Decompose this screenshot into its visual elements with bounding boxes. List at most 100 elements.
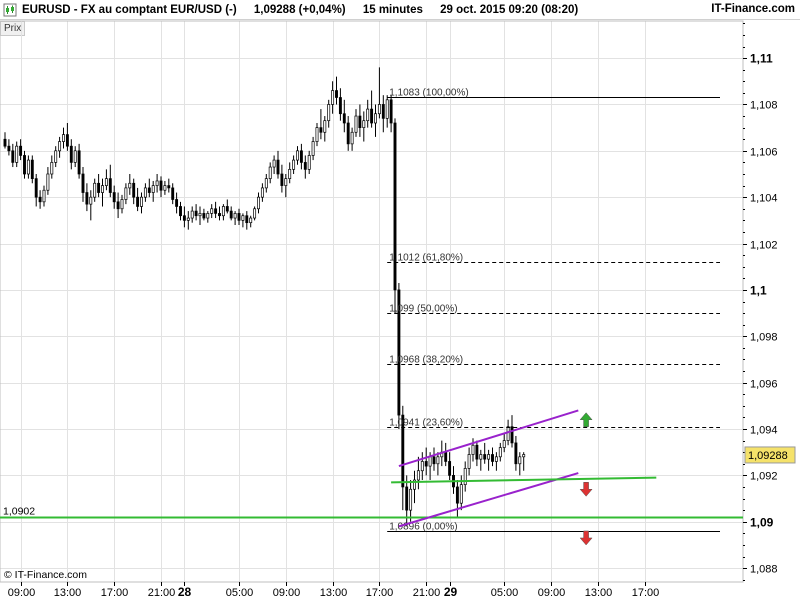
candle-up: [374, 113, 377, 124]
candle-up: [307, 155, 311, 170]
candle-up: [494, 456, 498, 462]
support-line-label: 1,0902: [3, 506, 35, 518]
x-tick-label: 13:00: [54, 587, 82, 599]
candle-up: [73, 150, 77, 163]
candle-up: [26, 159, 30, 175]
candle-up: [241, 215, 245, 221]
candle-up: [46, 173, 50, 191]
buy-arrow-icon: [579, 412, 593, 427]
fib-level-label: 1,1083 (100,00%): [389, 88, 469, 99]
candle-down: [77, 150, 81, 175]
x-tick-label: 05:00: [491, 587, 519, 599]
candle-up: [62, 134, 65, 142]
candle-up: [210, 208, 214, 214]
candle-up: [288, 169, 292, 179]
y-tick-label: 1,106: [750, 147, 778, 159]
x-tick-label: 05:00: [226, 587, 254, 599]
candle-down: [136, 196, 140, 207]
candle-up: [140, 196, 143, 207]
x-tick-label: 17:00: [101, 587, 129, 599]
candle-up: [221, 206, 225, 217]
candle-up: [198, 213, 202, 217]
candle-up: [42, 189, 46, 203]
candle-down: [225, 206, 229, 212]
candle-down: [448, 461, 452, 476]
candle-up: [311, 141, 315, 156]
candle-down: [7, 145, 11, 152]
candle-down: [108, 178, 112, 193]
candle-down: [179, 206, 182, 217]
candle-down: [338, 97, 342, 115]
candle-up: [253, 208, 257, 219]
candle-up: [264, 178, 268, 189]
x-tick-label: 29: [444, 585, 458, 599]
candle-up: [163, 185, 167, 191]
candle-up: [54, 150, 58, 163]
candle-up: [366, 108, 370, 122]
candle-down: [276, 159, 280, 175]
candle-up: [487, 454, 491, 460]
y-tick-label: 1,088: [750, 564, 778, 576]
candle-up: [385, 99, 389, 119]
candle-down: [280, 173, 284, 186]
candle-up: [50, 162, 54, 175]
y-tick-label: 1,09: [750, 516, 774, 530]
candle-up: [518, 456, 522, 465]
candle-down: [432, 456, 436, 465]
candle-up: [323, 120, 327, 133]
candle-down: [112, 192, 116, 203]
candle-up: [296, 150, 299, 161]
candle-down: [159, 180, 163, 191]
candle-down: [393, 122, 397, 291]
candle-down: [11, 150, 15, 163]
candle-down: [444, 451, 448, 462]
candle-up: [377, 104, 381, 115]
candle-down: [510, 426, 514, 444]
fib-level-label: 1,1012 (61,80%): [389, 253, 463, 264]
x-tick-label: 21:00: [148, 587, 176, 599]
overlays: 1,1083 (100,00%) 1,1012 (61,80%) 1,099 (50…: [0, 88, 743, 546]
candle-down: [38, 196, 42, 203]
y-tick-label: 1,092: [750, 471, 778, 483]
candle-down: [381, 104, 385, 119]
candle-down: [483, 454, 487, 460]
x-tick-label: 13:00: [320, 587, 348, 599]
candle-down: [69, 145, 73, 163]
y-tick-label: 1,102: [750, 240, 778, 252]
green-trend-line: [391, 476, 657, 484]
x-tick-label: 09:00: [538, 587, 566, 599]
candle-up: [463, 468, 467, 485]
price-chart[interactable]: 1,1083 (100,00%) 1,1012 (61,80%) 1,099 (50…: [0, 0, 800, 600]
candle-down: [514, 442, 518, 465]
fib-level-label: 1,099 (50,00%): [389, 304, 457, 315]
candle-up: [186, 217, 190, 221]
candle-up: [502, 440, 506, 448]
candle-up: [143, 187, 147, 198]
candle-up: [420, 461, 424, 472]
x-tick-label: 28: [178, 585, 192, 599]
candle-down: [346, 122, 350, 145]
candle-down: [491, 454, 494, 462]
candle-down: [167, 185, 171, 189]
candle-down: [214, 208, 218, 214]
y-tick-label: 1,096: [750, 379, 778, 391]
candle-up: [120, 199, 124, 210]
candle-down: [405, 486, 409, 511]
candle-down: [175, 199, 179, 207]
candle-up: [428, 456, 432, 467]
y-tick-label: 1,1: [750, 284, 767, 298]
candle-down: [475, 444, 479, 460]
candle-down: [3, 138, 7, 147]
candle-up: [249, 217, 253, 224]
candle-up: [506, 426, 510, 441]
candle-up: [467, 454, 471, 469]
y-tick-label: 1,098: [750, 332, 778, 344]
candle-down: [218, 213, 221, 217]
candle-down: [23, 155, 26, 175]
candle-down: [245, 215, 249, 224]
candle-up: [284, 178, 288, 186]
sell-arrow-icon: [579, 530, 593, 546]
y-tick-label: 1,11: [750, 52, 773, 66]
candle-down: [299, 150, 303, 163]
candle-up: [104, 178, 108, 186]
